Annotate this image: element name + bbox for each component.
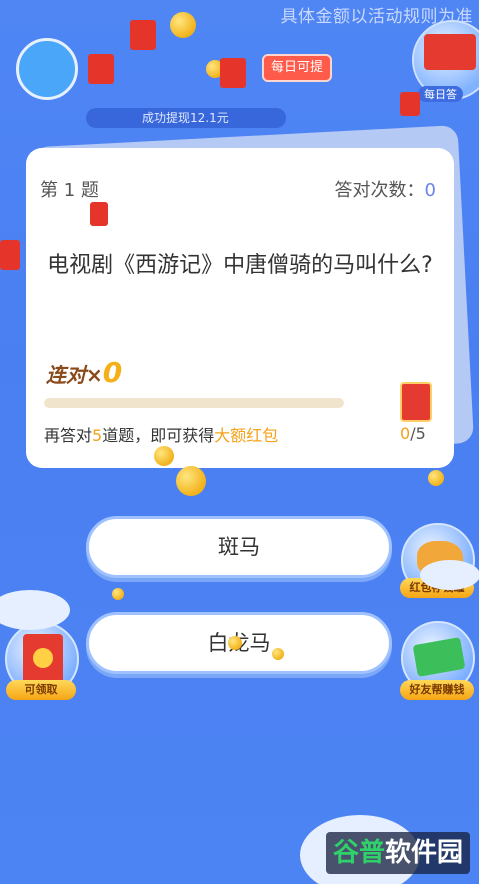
cloud-decoration (420, 560, 479, 590)
reward-highlight: 大额红包 (214, 426, 279, 445)
coin-decoration (170, 12, 196, 38)
question-number: 第 1 题 (40, 180, 99, 201)
coin-decoration (112, 588, 124, 600)
coin-decoration (228, 636, 242, 650)
red-packet-icon (400, 382, 432, 422)
reward-progress-current: 0 (400, 424, 411, 443)
red-packet-decoration (90, 202, 108, 226)
seal-icon (33, 648, 53, 668)
streak-progress-bar (44, 398, 344, 408)
reward-prefix: 再答对 (44, 426, 93, 445)
streak-indicator: 连对×0 (46, 356, 122, 389)
reward-progress-total: /5 (410, 424, 426, 443)
reward-progress: 0/5 (400, 424, 426, 443)
question-card: 第 1 题 答对次数：0 电视剧《西游记》中唐僧骑的马叫什么? 连对×0 再答对… (26, 148, 454, 468)
reward-count: 5 (92, 426, 103, 445)
watermark-part-a: 谷普 (332, 838, 385, 868)
red-packet-decoration (88, 54, 114, 84)
coin-decoration (428, 470, 444, 486)
streak-label: 连对× (46, 363, 103, 387)
site-watermark: 谷普软件园 (326, 832, 470, 874)
reward-hint: 再答对5道题，即可获得大额红包 (44, 422, 278, 446)
red-packet-decoration (0, 240, 20, 270)
streak-value: 0 (102, 356, 123, 389)
reward-middle: 道题，即可获得 (102, 426, 215, 445)
question-text: 电视剧《西游记》中唐僧骑的马叫什么? (47, 253, 433, 278)
claimable-label: 可领取 (6, 680, 76, 700)
coin-decoration (176, 466, 206, 496)
red-packet-decoration (400, 92, 420, 116)
daily-answer-label: 每日答 (418, 86, 463, 102)
cloud-decoration (0, 590, 70, 630)
daily-withdraw-button[interactable]: 每日可提 (262, 54, 332, 82)
user-avatar[interactable] (16, 38, 78, 100)
red-packet-icon (424, 34, 476, 70)
red-packet-decoration (130, 20, 156, 50)
money-stack-icon (412, 637, 466, 677)
answer-count-value: 0 (424, 180, 436, 201)
coin-decoration (272, 648, 284, 660)
answer-option-1[interactable]: 斑马 (86, 516, 392, 578)
red-packet-decoration (220, 58, 246, 88)
watermark-part-b: 软件园 (385, 838, 464, 868)
answer-count: 答对次数：0 (335, 176, 436, 202)
red-packet-icon (23, 634, 63, 684)
daily-answer-button[interactable]: 每日答 (412, 20, 479, 102)
withdraw-ticker: 成功提现12.1元 (86, 108, 286, 128)
coin-decoration (154, 446, 174, 466)
answer-count-label: 答对次数： (334, 180, 425, 201)
friends-help-label: 好友帮赚钱 (400, 680, 474, 700)
